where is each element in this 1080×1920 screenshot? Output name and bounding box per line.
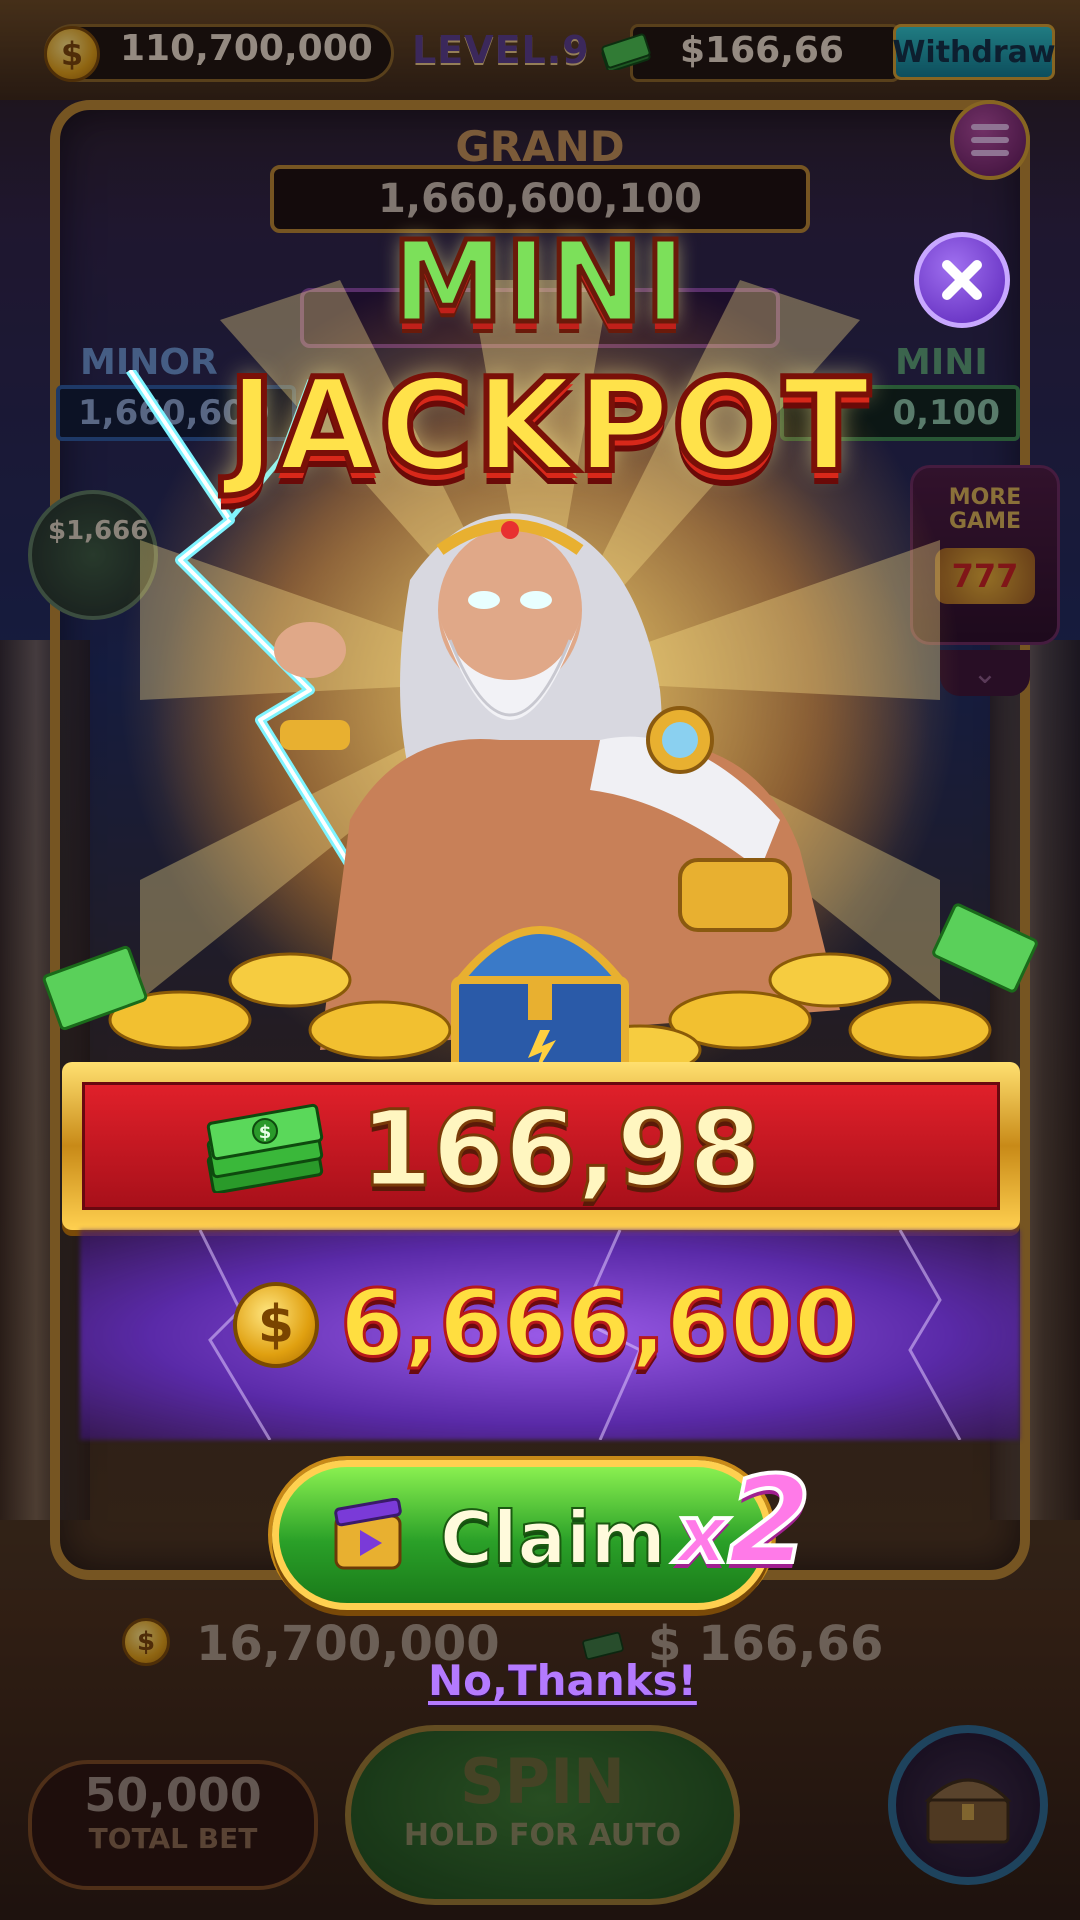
close-icon	[942, 260, 982, 300]
cash-stack-icon: $	[206, 1103, 324, 1193]
coin-icon: $	[233, 1282, 319, 1368]
popup-title-jackpot: JACKPOT	[225, 349, 873, 504]
svg-text:$: $	[259, 1122, 272, 1143]
no-thanks-link[interactable]: No,Thanks!	[428, 1656, 697, 1705]
claim-label: Claim	[439, 1495, 667, 1581]
video-ad-icon	[334, 1498, 402, 1570]
close-button[interactable]	[914, 232, 1010, 328]
coin-reward-amount: 6,666,600	[339, 1269, 860, 1379]
claim-multiplier: x2	[674, 1450, 813, 1593]
cash-reward-amount: 166,98	[358, 1087, 762, 1212]
multiplier-x: x	[674, 1486, 730, 1583]
popup-title-mini: MINI	[389, 216, 689, 351]
multiplier-value: 2	[726, 1450, 813, 1593]
treasure-chest-icon	[451, 926, 629, 1084]
